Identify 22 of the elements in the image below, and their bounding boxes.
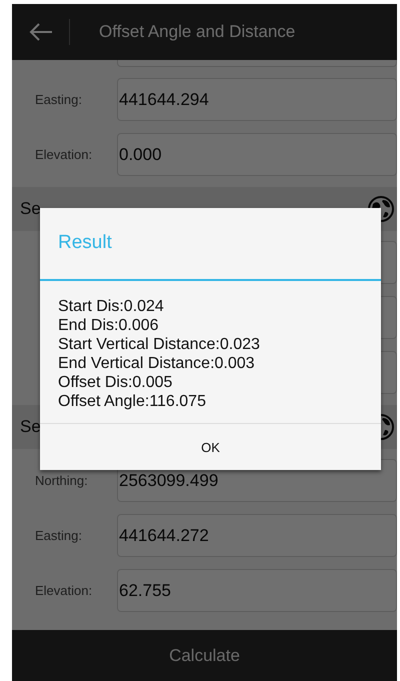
input-field[interactable]: 441644.272 xyxy=(117,514,397,557)
input-field[interactable]: 62.755 xyxy=(117,569,397,612)
result-line: Start Dis:0.024 xyxy=(58,297,165,316)
dialog-title: Result xyxy=(40,208,381,281)
result-line: End Dis:0.006 xyxy=(58,316,160,335)
input-field[interactable] xyxy=(117,60,397,67)
input-field[interactable]: 441644.294 xyxy=(117,78,397,121)
section-title: Se xyxy=(20,417,41,437)
result-line: Offset Angle:116.075 xyxy=(58,392,207,411)
field-label: Northing: xyxy=(34,473,89,488)
section-title: Se xyxy=(20,199,41,219)
back-arrow-icon[interactable] xyxy=(29,22,53,42)
field-label: Elevation: xyxy=(34,583,94,598)
field-label: Elevation: xyxy=(34,147,94,162)
calculate-button[interactable]: Calculate xyxy=(12,630,397,681)
input-field[interactable]: 0.000 xyxy=(117,133,397,176)
result-line: Offset Dis:0.005 xyxy=(58,373,174,392)
result-line: Start Vertical Distance:0.023 xyxy=(58,335,261,354)
result-line: End Vertical Distance:0.003 xyxy=(58,354,256,373)
screen-title: Offset Angle and Distance xyxy=(99,22,296,42)
field-label: Easting: xyxy=(34,528,83,543)
field-label: Easting: xyxy=(34,92,83,107)
